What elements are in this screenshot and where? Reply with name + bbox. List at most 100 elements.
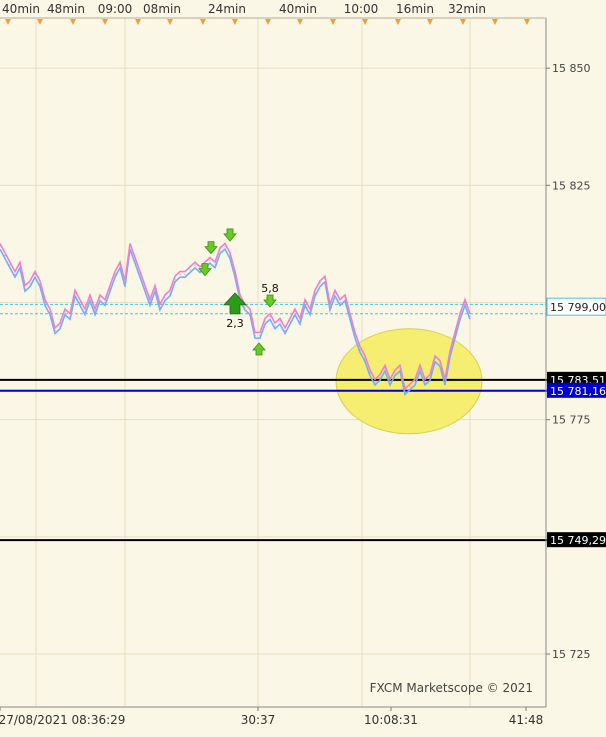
y-tick-label: 15 825 [552,179,591,192]
price-point [234,273,236,275]
price-point [289,320,291,322]
price-point [269,315,271,318]
price-point [299,320,301,322]
price-point [134,259,136,261]
price-point [369,372,371,374]
price-point [14,273,16,275]
price-point [429,376,431,379]
price-point [324,278,326,280]
y-tick-label: 15 850 [552,62,591,75]
price-point [229,255,231,257]
price-point [334,292,336,294]
price-chart[interactable]: 15 783,5115 781,1615 749,2915 799,00 2,3… [0,0,606,733]
price-point [439,362,441,365]
price-point [189,269,191,271]
price-point [139,273,141,275]
top-time-label: 40min [279,2,317,16]
price-point [399,367,401,369]
price-point [449,353,451,355]
price-point [394,372,396,374]
price-point [34,273,36,275]
price-point [104,301,106,304]
price-point [144,287,146,290]
price-point [419,367,421,369]
annotation-label: 5,8 [261,282,279,295]
price-point [259,334,261,336]
price-point [309,311,311,313]
current-price-text: 15 799,00 [550,301,606,314]
top-time-label: 09:00 [98,2,133,16]
price-point [4,255,6,257]
price-point [434,358,436,360]
price-point [184,273,186,275]
price-point [69,315,71,318]
price-point [74,292,76,294]
top-time-label: 10:00 [344,2,379,16]
price-point [464,301,466,304]
price-point [89,297,91,299]
price-point [164,297,166,299]
price-point [159,306,161,308]
price-point [469,315,471,318]
price-point [249,311,251,313]
level-label-text: 15 781,16 [550,385,606,398]
price-point [49,311,51,313]
top-time-label: 16min [396,2,434,16]
level-label-text: 15 749,29 [550,534,606,547]
price-point [124,283,126,285]
price-point [29,283,31,285]
top-time-label: 32min [448,2,486,16]
price-point [119,264,121,266]
top-time-label: 08min [143,2,181,16]
price-point [209,259,211,261]
price-point [254,334,256,336]
price-point [344,297,346,299]
price-point [84,311,86,313]
price-point [379,376,381,379]
price-point [224,245,226,247]
bottom-time-label: 27/08/2021 08:36:29 [0,713,125,727]
price-point [109,287,111,290]
chart-window[interactable]: 15 783,51 15 781,16 15 749,29 15 799,00 2,3… [0,0,606,733]
price-point [179,273,181,275]
bottom-time-label: 30:37 [241,713,276,727]
price-point [374,381,376,383]
price-point [409,386,411,388]
price-point [359,348,361,350]
price-point [454,334,456,336]
top-time-label: 48min [47,2,85,16]
price-point [149,301,151,304]
price-point [384,367,386,369]
price-point [9,264,11,266]
price-point [54,330,56,332]
price-point [354,334,356,336]
price-point [314,292,316,294]
price-point [19,264,21,266]
y-tick-label: 15 725 [552,648,591,661]
price-point [304,301,306,304]
price-point [154,287,156,290]
chart-background [0,0,606,733]
top-time-label: 40min [2,2,40,16]
price-point [349,315,351,318]
bottom-time-label: 41:48 [509,713,544,727]
price-point [424,381,426,383]
price-point [279,320,281,322]
price-point [24,287,26,290]
top-time-label: 24min [208,2,246,16]
price-point [214,264,216,266]
price-point [414,381,416,383]
price-point [264,320,266,322]
price-point [94,311,96,313]
price-point [129,245,131,247]
price-point [389,381,391,383]
price-point [364,358,366,360]
price-point [459,315,461,318]
price-point [444,381,446,383]
price-point [114,273,116,275]
price-point [79,301,81,304]
price-point [294,311,296,313]
y-tick-label: 15 775 [552,414,591,427]
price-point [329,306,331,308]
annotation-label: 2,3 [226,317,244,330]
